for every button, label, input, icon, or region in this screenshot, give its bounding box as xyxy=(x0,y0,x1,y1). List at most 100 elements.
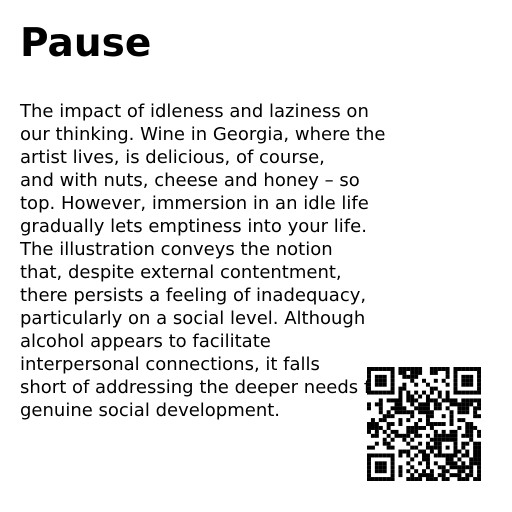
qr-module xyxy=(406,461,411,466)
qr-module xyxy=(477,374,481,379)
qr-module xyxy=(390,429,395,434)
qr-module xyxy=(441,367,446,371)
qr-module xyxy=(386,445,391,450)
qr-module xyxy=(457,367,462,371)
qr-module xyxy=(477,457,481,462)
qr-module xyxy=(465,410,470,415)
qr-module xyxy=(367,457,371,462)
qr-module xyxy=(406,433,411,438)
qr-module xyxy=(429,398,434,403)
qr-module xyxy=(429,370,434,375)
qr-module xyxy=(469,390,474,395)
qr-module xyxy=(453,398,458,403)
qr-module xyxy=(378,465,383,470)
qr-module xyxy=(398,422,403,427)
qr-module xyxy=(406,398,411,403)
qr-module xyxy=(386,425,391,430)
qr-module xyxy=(429,425,434,430)
qr-module xyxy=(437,406,442,411)
qr-module xyxy=(429,449,434,454)
qr-module xyxy=(465,453,470,458)
qr-module xyxy=(390,367,395,371)
qr-module xyxy=(477,402,481,407)
qr-module xyxy=(382,441,387,446)
qr-module xyxy=(457,449,462,454)
qr-code-icon[interactable] xyxy=(367,367,481,481)
qr-module xyxy=(386,410,391,415)
qr-module xyxy=(465,374,470,379)
qr-module xyxy=(386,398,391,403)
qr-module xyxy=(461,402,466,407)
qr-module xyxy=(477,461,481,466)
qr-module xyxy=(477,445,481,450)
qr-module xyxy=(477,429,481,434)
qr-module xyxy=(465,422,470,427)
qr-module xyxy=(425,461,430,466)
qr-module xyxy=(410,425,415,430)
qr-module xyxy=(398,390,403,395)
qr-module xyxy=(433,398,438,403)
qr-module xyxy=(374,429,379,434)
qr-module xyxy=(473,445,478,450)
qr-module xyxy=(433,422,438,427)
qr-module xyxy=(367,422,371,427)
qr-module xyxy=(457,469,462,474)
qr-module xyxy=(473,477,478,481)
qr-module xyxy=(437,367,442,371)
qr-module xyxy=(477,367,481,371)
qr-module xyxy=(425,477,430,481)
qr-module xyxy=(461,410,466,415)
qr-module xyxy=(414,398,419,403)
qr-module xyxy=(406,410,411,415)
qr-module xyxy=(469,437,474,442)
qr-module xyxy=(390,378,395,383)
qr-module xyxy=(469,382,474,387)
qr-module xyxy=(445,374,450,379)
description-line: gradually lets emptiness into your life. xyxy=(20,216,367,237)
qr-module xyxy=(445,398,450,403)
qr-module xyxy=(477,465,481,470)
qr-module xyxy=(433,445,438,450)
qr-module xyxy=(429,437,434,442)
qr-module xyxy=(378,374,383,379)
qr-module xyxy=(410,429,415,434)
qr-module xyxy=(418,370,423,375)
qr-module xyxy=(410,465,415,470)
qr-module xyxy=(453,465,458,470)
qr-module xyxy=(429,469,434,474)
qr-module xyxy=(378,477,383,481)
qr-module xyxy=(453,445,458,450)
qr-module xyxy=(418,441,423,446)
qr-module xyxy=(445,461,450,466)
qr-module xyxy=(453,441,458,446)
qr-module xyxy=(418,402,423,407)
qr-module xyxy=(461,453,466,458)
qr-module xyxy=(402,386,407,391)
qr-module xyxy=(382,418,387,423)
qr-module xyxy=(390,374,395,379)
qr-module xyxy=(469,402,474,407)
qr-module xyxy=(378,418,383,423)
qr-module xyxy=(402,382,407,387)
qr-module xyxy=(453,449,458,454)
qr-module xyxy=(390,453,395,458)
qr-module xyxy=(422,402,427,407)
qr-module xyxy=(390,437,395,442)
qr-module xyxy=(398,402,403,407)
qr-module xyxy=(422,457,427,462)
qr-module xyxy=(465,465,470,470)
qr-module xyxy=(465,398,470,403)
qr-module xyxy=(406,441,411,446)
qr-module xyxy=(429,422,434,427)
qr-module xyxy=(437,437,442,442)
qr-module xyxy=(382,469,387,474)
qr-module xyxy=(457,418,462,423)
qr-module xyxy=(390,390,395,395)
qr-module xyxy=(465,390,470,395)
qr-module xyxy=(457,473,462,478)
qr-module xyxy=(374,465,379,470)
qr-module xyxy=(433,453,438,458)
qr-module xyxy=(390,406,395,411)
qr-module xyxy=(390,414,395,419)
qr-module xyxy=(449,453,454,458)
